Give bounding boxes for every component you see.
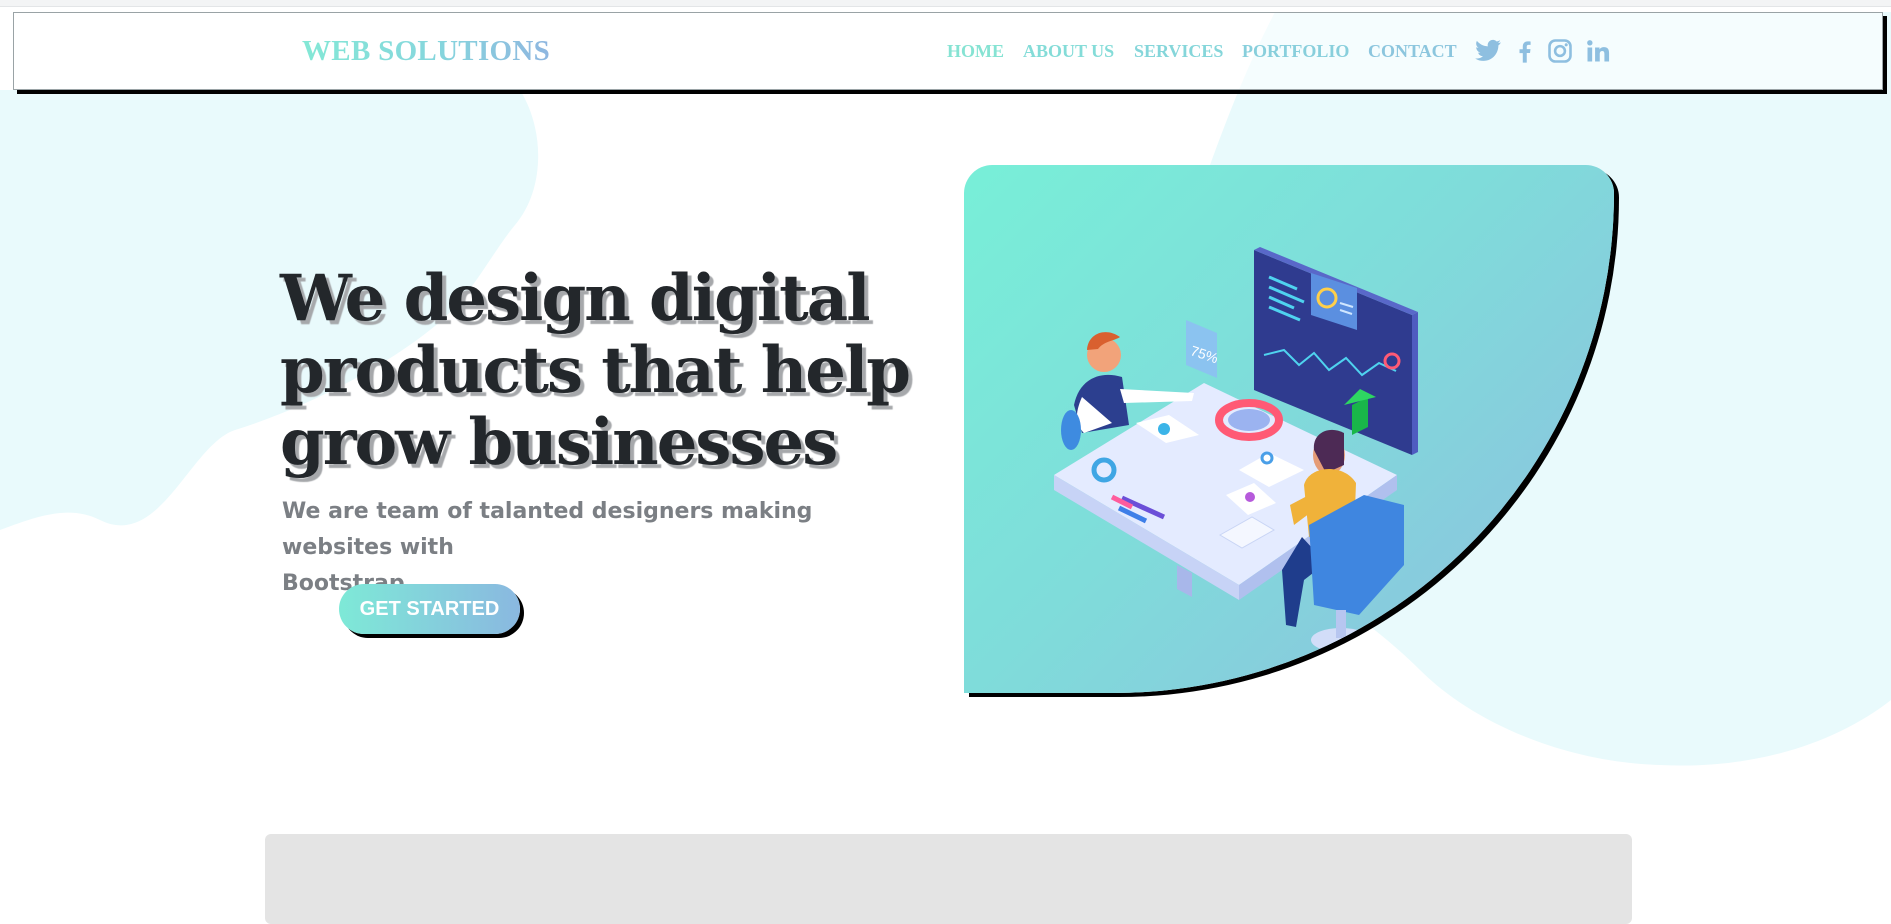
nav-services[interactable]: SERVICES [1134, 41, 1223, 62]
percent-card: 75% [1186, 320, 1220, 378]
nav-contact[interactable]: CONTACT [1368, 41, 1457, 62]
facebook-icon[interactable] [1511, 37, 1539, 65]
hero-title-line: products that help [280, 333, 911, 408]
nav-menu: HOME ABOUT US SERVICES PORTFOLIO CONTACT [14, 13, 1882, 91]
hero-subtitle-line: We are team of talanted designers making… [282, 499, 813, 560]
team-meeting-illustration: 75% [1054, 247, 1418, 652]
hero-title-line: We design digital [280, 261, 870, 336]
nav-home[interactable]: HOME [947, 41, 1004, 62]
twitter-icon[interactable] [1474, 37, 1502, 65]
get-started-button[interactable]: GET STARTED [339, 584, 520, 634]
linkedin-icon[interactable] [1584, 37, 1612, 65]
instagram-icon[interactable] [1546, 37, 1574, 65]
browser-top-edge [0, 0, 1891, 7]
hero-title: We design digital products that help gro… [280, 263, 920, 479]
section-placeholder [265, 834, 1632, 924]
hero-image-panel: 75% [964, 165, 1614, 693]
nav-portfolio[interactable]: PORTFOLIO [1242, 41, 1349, 62]
navbar: WEB SOLUTIONS HOME ABOUT US SERVICES POR… [13, 12, 1883, 90]
nav-about-us[interactable]: ABOUT US [1023, 41, 1114, 62]
hero-title-line: grow businesses [280, 405, 838, 480]
